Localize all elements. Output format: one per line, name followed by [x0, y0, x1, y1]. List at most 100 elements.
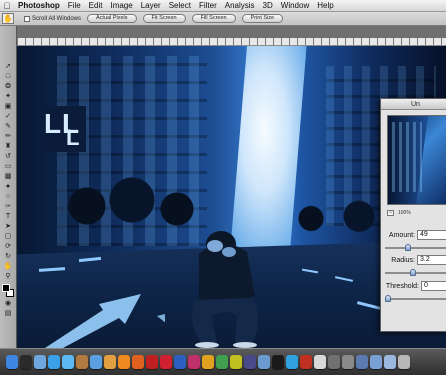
finder-icon[interactable] — [6, 355, 18, 369]
scroll-all-windows-label: Scroll All Windows — [32, 15, 82, 22]
history-brush-tool-icon[interactable]: ↺ — [2, 152, 14, 161]
trash-icon[interactable] — [398, 355, 410, 369]
clone-stamp-tool-icon[interactable]: ♜ — [2, 142, 14, 151]
horizontal-ruler — [17, 38, 446, 46]
quick-mask-icon[interactable]: ◉ — [2, 299, 14, 308]
vlc-icon[interactable] — [118, 355, 130, 369]
foreground-color-swatch[interactable] — [2, 284, 10, 292]
menu-edit[interactable]: Edit — [85, 1, 107, 10]
gradient-tool-icon[interactable]: ▩ — [2, 172, 14, 181]
menu-layer[interactable]: Layer — [137, 1, 165, 10]
crop-tool-icon[interactable]: ▣ — [2, 102, 14, 111]
skype-icon[interactable] — [286, 355, 298, 369]
print-size-button[interactable]: Print Size — [241, 14, 284, 23]
preview-zoom-controls: − 100% — [387, 209, 446, 217]
fill-screen-button[interactable]: Fill Screen — [191, 14, 236, 23]
utility-icon[interactable] — [356, 355, 368, 369]
sign-letter: L — [44, 108, 62, 139]
shape-tool-icon[interactable]: ▢ — [2, 232, 14, 241]
tools-panel: ➚ □ ❂ ✦ ▣ ✓ ✎ ✏ ♜ ↺ ▭ ▩ ● ○ ✑ T ➤ ▢ ⟳ ↻ … — [0, 26, 17, 348]
acrobat-icon[interactable] — [146, 355, 158, 369]
filezilla-icon[interactable] — [300, 355, 312, 369]
menu-analysis[interactable]: Analysis — [221, 1, 259, 10]
healing-brush-tool-icon[interactable]: ✎ — [2, 122, 14, 131]
address-book-icon[interactable] — [76, 355, 88, 369]
mail-icon[interactable] — [34, 355, 46, 369]
eraser-tool-icon[interactable]: ▭ — [2, 162, 14, 171]
move-tool-icon[interactable]: ➚ — [2, 62, 14, 71]
dashboard-icon[interactable] — [20, 355, 32, 369]
calculator-icon[interactable] — [328, 355, 340, 369]
magic-wand-tool-icon[interactable]: ✦ — [2, 92, 14, 101]
dialog-title: Un — [381, 99, 446, 110]
downloads-stack-icon[interactable] — [370, 355, 382, 369]
3d-orbit-tool-icon[interactable]: ↻ — [2, 252, 14, 261]
screen-mode-icon[interactable]: ▤ — [2, 309, 14, 318]
preview-icon[interactable] — [258, 355, 270, 369]
dreamweaver-icon[interactable] — [216, 355, 228, 369]
amount-slider[interactable] — [385, 244, 446, 251]
amount-input[interactable]: 49 — [417, 230, 446, 240]
zoom-out-button[interactable]: − — [387, 210, 394, 216]
threshold-slider-thumb[interactable] — [385, 295, 391, 302]
menu-select[interactable]: Select — [165, 1, 195, 10]
blur-tool-icon[interactable]: ● — [2, 182, 14, 191]
textedit-icon[interactable] — [314, 355, 326, 369]
indesign-icon[interactable] — [188, 355, 200, 369]
fit-screen-button[interactable]: Fit Screen — [142, 14, 186, 23]
crouching-man — [192, 231, 258, 348]
safari-icon[interactable] — [48, 355, 60, 369]
preview-windows — [392, 122, 422, 192]
options-bar: ✋ Scroll All Windows Actual Pixels Fit S… — [0, 12, 446, 26]
amount-row: Amount: 49 — [385, 229, 446, 241]
flash-icon[interactable] — [160, 355, 172, 369]
illustrator-icon[interactable] — [202, 355, 214, 369]
terminal-icon[interactable] — [272, 355, 284, 369]
documents-stack-icon[interactable] — [384, 355, 396, 369]
menu-filter[interactable]: Filter — [195, 1, 221, 10]
amount-slider-thumb[interactable] — [404, 244, 411, 251]
radius-slider[interactable] — [385, 269, 446, 276]
menu-image[interactable]: Image — [106, 1, 136, 10]
itunes-icon[interactable] — [90, 355, 102, 369]
menu-file[interactable]: File — [64, 1, 85, 10]
dodge-tool-icon[interactable]: ○ — [2, 192, 14, 201]
iphoto-icon[interactable] — [104, 355, 116, 369]
radius-slider-thumb[interactable] — [410, 269, 417, 276]
radius-label: Radius: — [391, 256, 415, 264]
threshold-slider[interactable] — [385, 295, 446, 302]
road-arrow-marking — [45, 294, 165, 348]
brush-tool-icon[interactable]: ✏ — [2, 132, 14, 141]
threshold-slider-track — [385, 298, 446, 300]
type-tool-icon[interactable]: T — [2, 212, 14, 221]
path-selection-tool-icon[interactable]: ➤ — [2, 222, 14, 231]
fireworks-icon[interactable] — [230, 355, 242, 369]
menu-window[interactable]: Window — [277, 1, 313, 10]
menu-3d[interactable]: 3D — [259, 1, 277, 10]
pen-tool-icon[interactable]: ✑ — [2, 202, 14, 211]
filter-preview[interactable] — [387, 115, 446, 205]
eyedropper-tool-icon[interactable]: ✓ — [2, 112, 14, 121]
lasso-tool-icon[interactable]: ❂ — [2, 82, 14, 91]
sign-letter: L — [66, 125, 80, 150]
ichat-icon[interactable] — [62, 355, 74, 369]
hand-tool-icon[interactable]: ✋ — [2, 262, 14, 271]
apple-menu-icon[interactable]:  — [0, 1, 14, 11]
marquee-tool-icon[interactable]: □ — [2, 72, 14, 81]
bridge-icon[interactable] — [244, 355, 256, 369]
actual-pixels-button[interactable]: Actual Pixels — [87, 14, 137, 23]
threshold-input[interactable]: 0 — [421, 281, 446, 291]
radius-input[interactable]: 3.2 — [417, 255, 446, 265]
firefox-icon[interactable] — [132, 355, 144, 369]
photoshop-icon[interactable] — [174, 355, 186, 369]
3d-rotate-tool-icon[interactable]: ⟳ — [2, 242, 14, 251]
threshold-label: Threshold: — [385, 282, 419, 290]
scroll-all-windows-checkbox[interactable] — [24, 15, 30, 22]
menu-app-photoshop[interactable]: Photoshop — [14, 1, 64, 10]
zoom-tool-icon[interactable]: ⚲ — [2, 272, 14, 281]
color-swatches[interactable] — [2, 284, 14, 298]
menu-help[interactable]: Help — [313, 1, 337, 10]
unsharp-mask-dialog: Un − 100% Amount: 49 Radius: 3.2 Thresho… — [380, 98, 446, 332]
system-preferences-icon[interactable] — [342, 355, 354, 369]
hand-tool-preset-icon[interactable]: ✋ — [2, 13, 14, 24]
